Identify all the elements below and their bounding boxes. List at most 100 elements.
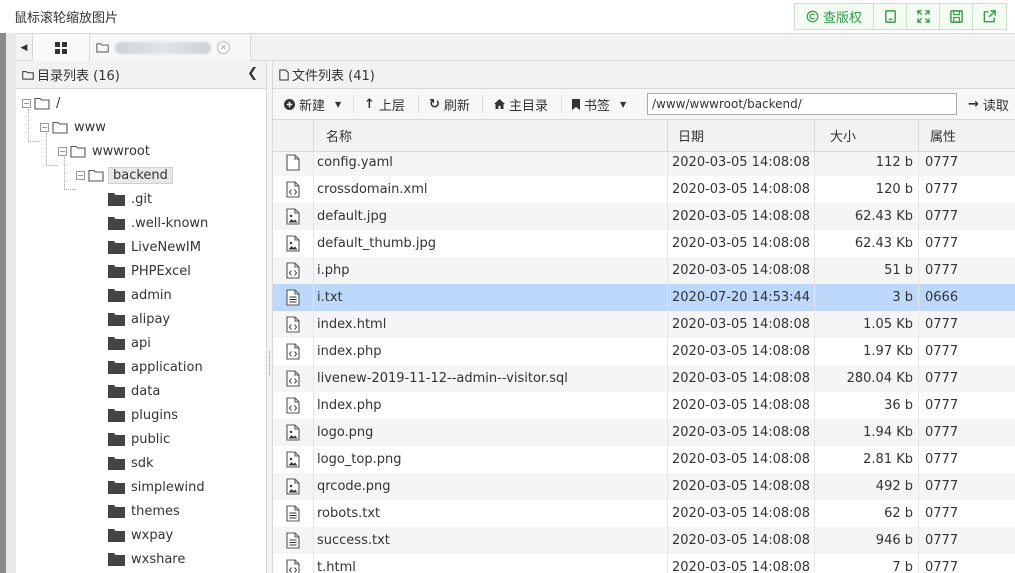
- column-header-name[interactable]: 名称: [313, 120, 668, 151]
- file-permission[interactable]: 0777: [925, 338, 958, 365]
- file-permission[interactable]: 0777: [925, 527, 958, 554]
- tree-node-child[interactable]: sdk: [108, 453, 154, 473]
- tab-file-manager[interactable]: ✕: [90, 34, 251, 61]
- splitter-grip[interactable]: [269, 351, 271, 375]
- tree-node-root[interactable]: − /: [22, 93, 60, 113]
- table-row[interactable]: qrcode.png 2020-03-05 14:08:08 492 b 0777: [273, 473, 1015, 500]
- copy-button[interactable]: [874, 4, 907, 29]
- tree-node-child[interactable]: wxpay: [108, 525, 173, 545]
- file-permission[interactable]: 0777: [925, 392, 958, 419]
- file-permission[interactable]: 0777: [925, 446, 958, 473]
- file-name[interactable]: livenew-2019-11-12--admin--visitor.sql: [317, 365, 568, 392]
- tab-close-icon[interactable]: ✕: [217, 41, 230, 54]
- file-permission[interactable]: 0777: [925, 554, 958, 573]
- tree-node-backend[interactable]: − backend: [76, 165, 173, 185]
- file-permission[interactable]: 0777: [925, 230, 958, 257]
- tree-node-wwwroot[interactable]: − wwwroot: [58, 141, 150, 161]
- refresh-button[interactable]: ↻ 刷新: [429, 89, 470, 119]
- file-name[interactable]: t.html: [317, 554, 356, 573]
- file-name[interactable]: i.txt: [317, 284, 343, 311]
- column-header-date[interactable]: 日期: [667, 120, 814, 151]
- file-name[interactable]: default_thumb.jpg: [317, 230, 436, 257]
- file-name[interactable]: logo_top.png: [317, 446, 401, 473]
- fullscreen-button[interactable]: [907, 4, 940, 29]
- tree-node-www[interactable]: − www: [40, 117, 106, 137]
- tree-node-child[interactable]: public: [108, 429, 170, 449]
- collapse-toggle-icon[interactable]: −: [22, 98, 31, 108]
- bookmark-button[interactable]: 书签 ▼: [572, 89, 626, 119]
- tree-node-child[interactable]: application: [108, 357, 203, 377]
- check-copyright-button[interactable]: 查版权: [795, 4, 874, 29]
- tree-node-child[interactable]: .well-known: [108, 213, 208, 233]
- table-row[interactable]: t.html 2020-03-05 14:08:08 7 b 0777: [273, 554, 1015, 573]
- file-permission[interactable]: 0777: [925, 176, 958, 203]
- tree-node-child[interactable]: themes: [108, 501, 180, 521]
- table-row[interactable]: success.txt 2020-03-05 14:08:08 946 b 0777: [273, 527, 1015, 554]
- tree-node-child[interactable]: simplewind: [108, 477, 205, 497]
- read-button[interactable]: → 读取: [968, 89, 1009, 119]
- path-input[interactable]: [647, 93, 957, 115]
- folder-icon: [96, 43, 109, 53]
- tree-node-child[interactable]: .git: [108, 189, 152, 209]
- file-name[interactable]: robots.txt: [317, 500, 380, 527]
- new-button[interactable]: 新建 ▼: [284, 89, 341, 119]
- file-name[interactable]: i.php: [317, 257, 350, 284]
- code-file-icon: [273, 311, 313, 338]
- column-header-size[interactable]: 大小: [814, 120, 918, 151]
- file-name[interactable]: index.php: [317, 338, 381, 365]
- file-permission[interactable]: 0777: [925, 365, 958, 392]
- tree-node-child[interactable]: plugins: [108, 405, 178, 425]
- table-row[interactable]: logo.png 2020-03-05 14:08:08 1.94 Kb 0777: [273, 419, 1015, 446]
- chevron-left-icon[interactable]: ❮: [247, 66, 258, 81]
- save-button[interactable]: [940, 4, 973, 29]
- share-button[interactable]: [973, 4, 1006, 29]
- table-row[interactable]: livenew-2019-11-12--admin--visitor.sql 20…: [273, 365, 1015, 392]
- tree-node-child[interactable]: data: [108, 381, 160, 401]
- table-row[interactable]: crossdomain.xml 2020-03-05 14:08:08 120 b 0…: [273, 176, 1015, 203]
- table-row[interactable]: config.yaml 2020-03-05 14:08:08 112 b 0777: [273, 152, 1015, 176]
- table-row[interactable]: default.jpg 2020-03-05 14:08:08 62.43 Kb 07…: [273, 203, 1015, 230]
- home-directory-button[interactable]: 主目录: [494, 89, 548, 119]
- table-row[interactable]: index.php 2020-03-05 14:08:08 1.97 Kb 0777: [273, 338, 1015, 365]
- tree-node-child[interactable]: LiveNewIM: [108, 237, 201, 257]
- tree-node-child[interactable]: admin: [108, 285, 172, 305]
- tree-node-child[interactable]: PHPExcel: [108, 261, 191, 281]
- file-permission[interactable]: 0777: [925, 203, 958, 230]
- expand-icon: [916, 10, 930, 23]
- table-row[interactable]: i.txt 2020-07-20 14:53:44 3 b 0666: [273, 284, 1015, 311]
- tree-node-child[interactable]: alipay: [108, 309, 170, 329]
- file-permission[interactable]: 0666: [925, 284, 958, 311]
- file-name[interactable]: config.yaml: [317, 152, 393, 176]
- caret-down-icon: ▼: [620, 99, 627, 109]
- file-permission[interactable]: 0777: [925, 257, 958, 284]
- file-permission[interactable]: 0777: [925, 311, 958, 338]
- table-row[interactable]: robots.txt 2020-03-05 14:08:08 62 b 0777: [273, 500, 1015, 527]
- image-file-icon: [273, 446, 313, 473]
- collapse-toggle-icon[interactable]: −: [40, 122, 49, 132]
- file-size: 36 b: [884, 398, 913, 413]
- collapse-toggle-icon[interactable]: −: [58, 146, 67, 156]
- table-row[interactable]: index.html 2020-03-05 14:08:08 1.05 Kb 0777: [273, 311, 1015, 338]
- table-row[interactable]: logo_top.png 2020-03-05 14:08:08 2.81 Kb 07…: [273, 446, 1015, 473]
- file-name[interactable]: default.jpg: [317, 203, 387, 230]
- tree-node-child[interactable]: wxshare: [108, 549, 185, 569]
- column-header-perm[interactable]: 属性: [918, 120, 1015, 151]
- tree-node-child[interactable]: api: [108, 333, 151, 353]
- file-permission[interactable]: 0777: [925, 152, 958, 176]
- file-permission[interactable]: 0777: [925, 473, 958, 500]
- file-name[interactable]: logo.png: [317, 419, 373, 446]
- table-row[interactable]: default_thumb.jpg 2020-03-05 14:08:08 62.4…: [273, 230, 1015, 257]
- file-name[interactable]: index.html: [317, 311, 386, 338]
- table-row[interactable]: lndex.php 2020-03-05 14:08:08 36 b 0777: [273, 392, 1015, 419]
- file-name[interactable]: lndex.php: [317, 392, 381, 419]
- up-level-button[interactable]: ↑ 上层: [364, 89, 405, 119]
- table-row[interactable]: i.php 2020-03-05 14:08:08 51 b 0777: [273, 257, 1015, 284]
- file-permission[interactable]: 0777: [925, 419, 958, 446]
- file-name[interactable]: qrcode.png: [317, 473, 391, 500]
- file-permission[interactable]: 0777: [925, 500, 958, 527]
- collapse-toggle-icon[interactable]: −: [76, 170, 85, 180]
- tab-scroll-left-button[interactable]: ◀: [16, 34, 33, 61]
- file-name[interactable]: crossdomain.xml: [317, 176, 428, 203]
- file-name[interactable]: success.txt: [317, 527, 390, 554]
- tab-home[interactable]: [33, 34, 90, 61]
